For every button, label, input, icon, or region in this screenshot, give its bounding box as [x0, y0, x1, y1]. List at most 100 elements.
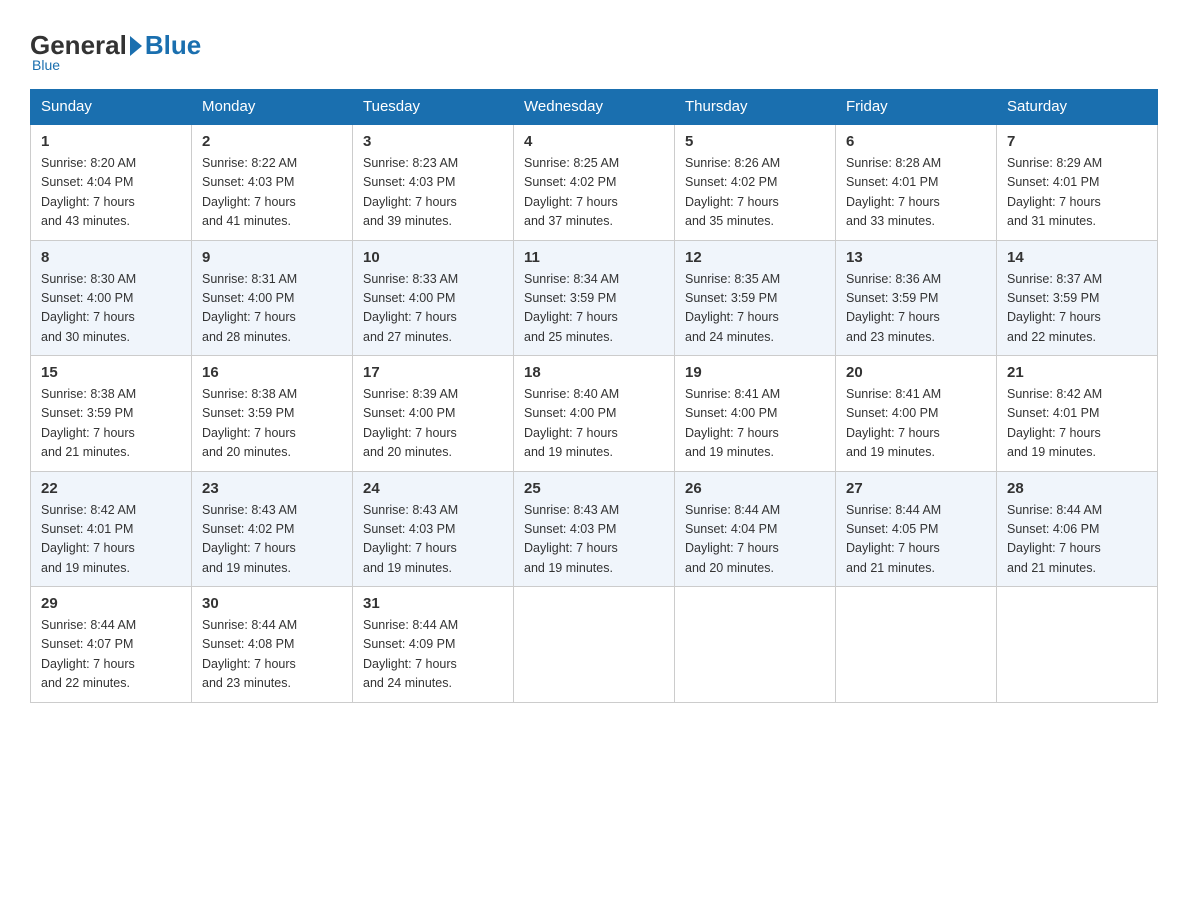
- calendar-day-cell: 18 Sunrise: 8:40 AM Sunset: 4:00 PM Dayli…: [514, 356, 675, 472]
- day-number: 26: [685, 480, 825, 497]
- calendar-day-cell: 9 Sunrise: 8:31 AM Sunset: 4:00 PM Daylig…: [192, 240, 353, 356]
- empty-day-cell: [836, 587, 997, 703]
- day-number: 11: [524, 249, 664, 266]
- day-number: 27: [846, 480, 986, 497]
- calendar-day-cell: 21Sunrise: 8:42 AM Sunset: 4:01 PM Dayli…: [997, 356, 1158, 472]
- day-number: 14: [1007, 249, 1147, 266]
- weekday-header-sunday: Sunday: [31, 90, 192, 125]
- calendar-day-cell: 20Sunrise: 8:41 AM Sunset: 4:00 PM Dayli…: [836, 356, 997, 472]
- day-number: 23: [202, 480, 342, 497]
- day-info-text: Sunrise: 8:44 AM Sunset: 4:06 PM Dayligh…: [1007, 501, 1147, 579]
- calendar-day-cell: 15Sunrise: 8:38 AM Sunset: 3:59 PM Dayli…: [31, 356, 192, 472]
- day-number: 24: [363, 480, 503, 497]
- day-number: 16: [202, 364, 342, 381]
- calendar-day-cell: 1 Sunrise: 8:20 AM Sunset: 4:04 PM Daylig…: [31, 124, 192, 240]
- calendar-day-cell: 11 Sunrise: 8:34 AM Sunset: 3:59 PM Dayli…: [514, 240, 675, 356]
- day-number: 12: [685, 249, 825, 266]
- day-info-text: Sunrise: 8:44 AM Sunset: 4:07 PM Dayligh…: [41, 616, 181, 694]
- calendar-week-row: 15Sunrise: 8:38 AM Sunset: 3:59 PM Dayli…: [31, 356, 1158, 472]
- weekday-header-wednesday: Wednesday: [514, 90, 675, 125]
- day-number: 1: [41, 133, 181, 150]
- weekday-header-saturday: Saturday: [997, 90, 1158, 125]
- day-info-text: Sunrise: 8:36 AM Sunset: 3:59 PM Dayligh…: [846, 270, 986, 348]
- calendar-day-cell: 5 Sunrise: 8:26 AM Sunset: 4:02 PM Daylig…: [675, 124, 836, 240]
- calendar-day-cell: 8 Sunrise: 8:30 AM Sunset: 4:00 PM Daylig…: [31, 240, 192, 356]
- day-info-text: Sunrise: 8:37 AM Sunset: 3:59 PM Dayligh…: [1007, 270, 1147, 348]
- day-number: 9: [202, 249, 342, 266]
- calendar-week-row: 1 Sunrise: 8:20 AM Sunset: 4:04 PM Daylig…: [31, 124, 1158, 240]
- empty-day-cell: [514, 587, 675, 703]
- day-number: 6: [846, 133, 986, 150]
- day-number: 28: [1007, 480, 1147, 497]
- day-info-text: Sunrise: 8:44 AM Sunset: 4:05 PM Dayligh…: [846, 501, 986, 579]
- day-info-text: Sunrise: 8:20 AM Sunset: 4:04 PM Dayligh…: [41, 154, 181, 232]
- day-info-text: Sunrise: 8:25 AM Sunset: 4:02 PM Dayligh…: [524, 154, 664, 232]
- day-info-text: Sunrise: 8:43 AM Sunset: 4:02 PM Dayligh…: [202, 501, 342, 579]
- calendar-day-cell: 25 Sunrise: 8:43 AM Sunset: 4:03 PM Dayli…: [514, 471, 675, 587]
- calendar-day-cell: 19 Sunrise: 8:41 AM Sunset: 4:00 PM Dayli…: [675, 356, 836, 472]
- calendar-day-cell: 7Sunrise: 8:29 AM Sunset: 4:01 PM Daylig…: [997, 124, 1158, 240]
- weekday-header-tuesday: Tuesday: [353, 90, 514, 125]
- day-number: 18: [524, 364, 664, 381]
- day-info-text: Sunrise: 8:38 AM Sunset: 3:59 PM Dayligh…: [41, 385, 181, 463]
- weekday-header-thursday: Thursday: [675, 90, 836, 125]
- day-number: 25: [524, 480, 664, 497]
- day-info-text: Sunrise: 8:33 AM Sunset: 4:00 PM Dayligh…: [363, 270, 503, 348]
- logo: General Blue Blue: [30, 30, 201, 73]
- empty-day-cell: [997, 587, 1158, 703]
- day-info-text: Sunrise: 8:22 AM Sunset: 4:03 PM Dayligh…: [202, 154, 342, 232]
- day-number: 17: [363, 364, 503, 381]
- day-info-text: Sunrise: 8:26 AM Sunset: 4:02 PM Dayligh…: [685, 154, 825, 232]
- day-info-text: Sunrise: 8:34 AM Sunset: 3:59 PM Dayligh…: [524, 270, 664, 348]
- day-number: 22: [41, 480, 181, 497]
- calendar-day-cell: 28 Sunrise: 8:44 AM Sunset: 4:06 PM Dayli…: [997, 471, 1158, 587]
- day-info-text: Sunrise: 8:44 AM Sunset: 4:08 PM Dayligh…: [202, 616, 342, 694]
- day-info-text: Sunrise: 8:44 AM Sunset: 4:04 PM Dayligh…: [685, 501, 825, 579]
- day-number: 31: [363, 595, 503, 612]
- day-info-text: Sunrise: 8:38 AM Sunset: 3:59 PM Dayligh…: [202, 385, 342, 463]
- page-header: General Blue Blue: [30, 20, 1158, 73]
- day-number: 8: [41, 249, 181, 266]
- logo-arrow-icon: [130, 36, 142, 56]
- weekday-header-friday: Friday: [836, 90, 997, 125]
- calendar-day-cell: 10Sunrise: 8:33 AM Sunset: 4:00 PM Dayli…: [353, 240, 514, 356]
- calendar-day-cell: 2 Sunrise: 8:22 AM Sunset: 4:03 PM Daylig…: [192, 124, 353, 240]
- calendar-day-cell: 31 Sunrise: 8:44 AM Sunset: 4:09 PM Dayli…: [353, 587, 514, 703]
- day-info-text: Sunrise: 8:43 AM Sunset: 4:03 PM Dayligh…: [524, 501, 664, 579]
- day-info-text: Sunrise: 8:30 AM Sunset: 4:00 PM Dayligh…: [41, 270, 181, 348]
- calendar-day-cell: 3Sunrise: 8:23 AM Sunset: 4:03 PM Daylig…: [353, 124, 514, 240]
- day-number: 3: [363, 133, 503, 150]
- calendar-day-cell: 4 Sunrise: 8:25 AM Sunset: 4:02 PM Daylig…: [514, 124, 675, 240]
- day-info-text: Sunrise: 8:28 AM Sunset: 4:01 PM Dayligh…: [846, 154, 986, 232]
- calendar-day-cell: 29 Sunrise: 8:44 AM Sunset: 4:07 PM Dayli…: [31, 587, 192, 703]
- day-number: 2: [202, 133, 342, 150]
- day-number: 20: [846, 364, 986, 381]
- calendar-day-cell: 6 Sunrise: 8:28 AM Sunset: 4:01 PM Daylig…: [836, 124, 997, 240]
- day-number: 13: [846, 249, 986, 266]
- day-number: 29: [41, 595, 181, 612]
- day-number: 5: [685, 133, 825, 150]
- day-number: 4: [524, 133, 664, 150]
- weekday-header-monday: Monday: [192, 90, 353, 125]
- day-info-text: Sunrise: 8:43 AM Sunset: 4:03 PM Dayligh…: [363, 501, 503, 579]
- day-info-text: Sunrise: 8:40 AM Sunset: 4:00 PM Dayligh…: [524, 385, 664, 463]
- calendar-table: SundayMondayTuesdayWednesdayThursdayFrid…: [30, 89, 1158, 703]
- calendar-day-cell: 17Sunrise: 8:39 AM Sunset: 4:00 PM Dayli…: [353, 356, 514, 472]
- calendar-day-cell: 16 Sunrise: 8:38 AM Sunset: 3:59 PM Dayli…: [192, 356, 353, 472]
- calendar-week-row: 22 Sunrise: 8:42 AM Sunset: 4:01 PM Dayli…: [31, 471, 1158, 587]
- day-info-text: Sunrise: 8:31 AM Sunset: 4:00 PM Dayligh…: [202, 270, 342, 348]
- calendar-day-cell: 27 Sunrise: 8:44 AM Sunset: 4:05 PM Dayli…: [836, 471, 997, 587]
- weekday-header-row: SundayMondayTuesdayWednesdayThursdayFrid…: [31, 90, 1158, 125]
- day-info-text: Sunrise: 8:44 AM Sunset: 4:09 PM Dayligh…: [363, 616, 503, 694]
- calendar-day-cell: 26 Sunrise: 8:44 AM Sunset: 4:04 PM Dayli…: [675, 471, 836, 587]
- calendar-day-cell: 22 Sunrise: 8:42 AM Sunset: 4:01 PM Dayli…: [31, 471, 192, 587]
- calendar-day-cell: 12 Sunrise: 8:35 AM Sunset: 3:59 PM Dayli…: [675, 240, 836, 356]
- day-number: 30: [202, 595, 342, 612]
- calendar-week-row: 29 Sunrise: 8:44 AM Sunset: 4:07 PM Dayli…: [31, 587, 1158, 703]
- day-info-text: Sunrise: 8:35 AM Sunset: 3:59 PM Dayligh…: [685, 270, 825, 348]
- day-number: 19: [685, 364, 825, 381]
- day-info-text: Sunrise: 8:42 AM Sunset: 4:01 PM Dayligh…: [41, 501, 181, 579]
- calendar-day-cell: 14 Sunrise: 8:37 AM Sunset: 3:59 PM Dayli…: [997, 240, 1158, 356]
- calendar-day-cell: 13 Sunrise: 8:36 AM Sunset: 3:59 PM Dayli…: [836, 240, 997, 356]
- day-info-text: Sunrise: 8:41 AM Sunset: 4:00 PM Dayligh…: [685, 385, 825, 463]
